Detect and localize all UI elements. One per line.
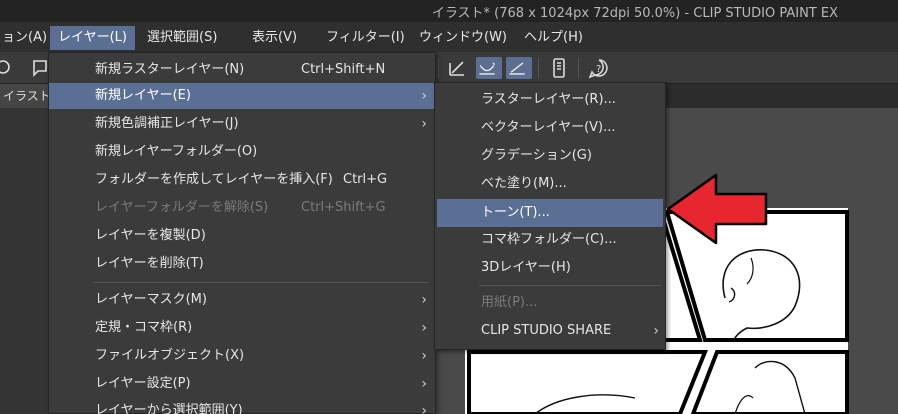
lasso-icon[interactable] <box>0 57 16 79</box>
submenu-item-fill[interactable]: べた塗り(M)... <box>435 171 665 197</box>
chevron-right-icon: › <box>421 376 427 392</box>
chevron-right-icon: › <box>421 292 427 308</box>
ruler-pen-icon[interactable] <box>446 57 468 79</box>
submenu-item-raster-layer[interactable]: ラスターレイヤー(R)... <box>435 87 665 113</box>
svg-text:?: ? <box>596 64 601 75</box>
menu-bar: ョン(A) レイヤー(L) 選択範囲(S) 表示(V) フィルター(I) ウィン… <box>0 22 898 52</box>
menu-separator <box>479 285 661 286</box>
menu-filter[interactable]: フィルター(I) <box>318 26 413 50</box>
menu-item-selection-from-layer[interactable]: レイヤーから選択範囲(Y) › <box>49 398 435 414</box>
menu-item-release-folder[interactable]: レイヤーフォルダーを解除(S) Ctrl+Shift+G <box>49 195 435 221</box>
left-panel <box>0 108 48 414</box>
menu-item-new-layer[interactable]: 新規レイヤー(E) › <box>49 83 435 109</box>
snap-line-icon[interactable] <box>506 57 532 79</box>
menu-item-new-layer-folder[interactable]: 新規レイヤーフォルダー(O) <box>49 139 435 165</box>
submenu-item-paper[interactable]: 用紙(P)... <box>435 290 665 316</box>
submenu-item-frame-border-folder[interactable]: コマ枠フォルダー(C)... <box>435 227 665 253</box>
menu-animation[interactable]: ョン(A) <box>0 26 55 50</box>
toolbar-divider <box>538 58 539 78</box>
window-title: イラスト* (768 x 1024px 72dpi 50.0%) - CLIP … <box>431 6 838 21</box>
menu-selection[interactable]: 選択範囲(S) <box>139 26 225 50</box>
menu-view[interactable]: 表示(V) <box>244 26 305 50</box>
document-tab[interactable]: イラスト* <box>0 84 50 108</box>
menu-window[interactable]: ウィンドウ(W) <box>411 26 515 50</box>
menu-item-file-object[interactable]: ファイルオブジェクト(X) › <box>49 343 435 369</box>
menu-item-layer-mask[interactable]: レイヤーマスク(M) › <box>49 287 435 313</box>
menu-item-delete-layer[interactable]: レイヤーを削除(T) <box>49 251 435 277</box>
chevron-right-icon: › <box>421 348 427 364</box>
menu-separator <box>93 282 429 283</box>
menu-item-new-correction-layer[interactable]: 新規色調補正レイヤー(J) › <box>49 111 435 137</box>
chevron-right-icon: › <box>421 88 427 104</box>
submenu-item-tone[interactable]: トーン(T)... <box>437 199 663 227</box>
chevron-right-icon: › <box>421 403 427 414</box>
snap-curve-icon[interactable] <box>476 57 502 79</box>
new-layer-submenu: ラスターレイヤー(R)... ベクターレイヤー(V)... グラデーション(G)… <box>434 82 666 350</box>
chevron-right-icon: › <box>421 116 427 132</box>
toolbar-divider <box>438 58 439 78</box>
menu-layer[interactable]: レイヤー(L) <box>50 26 135 50</box>
submenu-item-clip-studio-share[interactable]: CLIP STUDIO SHARE › <box>435 318 665 344</box>
title-bar: イラスト* (768 x 1024px 72dpi 50.0%) - CLIP … <box>0 0 898 22</box>
annotation-arrow-icon <box>666 173 768 245</box>
chevron-right-icon: › <box>653 323 659 339</box>
device-icon[interactable] <box>548 57 570 79</box>
menu-item-ruler-frame[interactable]: 定規・コマ枠(R) › <box>49 315 435 341</box>
menu-item-new-raster-layer[interactable]: 新規ラスターレイヤー(N) Ctrl+Shift+N <box>49 57 435 83</box>
layer-menu: 新規ラスターレイヤー(N) Ctrl+Shift+N 新規レイヤー(E) › 新… <box>48 52 436 414</box>
toolbar-divider <box>578 58 579 78</box>
submenu-item-3d-layer[interactable]: 3Dレイヤー(H) <box>435 255 665 281</box>
submenu-item-vector-layer[interactable]: ベクターレイヤー(V)... <box>435 115 665 141</box>
chevron-right-icon: › <box>421 320 427 336</box>
menu-item-create-folder-insert[interactable]: フォルダーを作成してレイヤーを挿入(F) Ctrl+G <box>49 167 435 193</box>
menu-item-layer-settings[interactable]: レイヤー設定(P) › <box>49 371 435 397</box>
help-icon[interactable]: ? <box>588 57 610 79</box>
menu-item-duplicate-layer[interactable]: レイヤーを複製(D) <box>49 223 435 249</box>
submenu-item-gradient[interactable]: グラデーション(G) <box>435 143 665 169</box>
menu-help[interactable]: ヘルプ(H) <box>516 26 591 50</box>
